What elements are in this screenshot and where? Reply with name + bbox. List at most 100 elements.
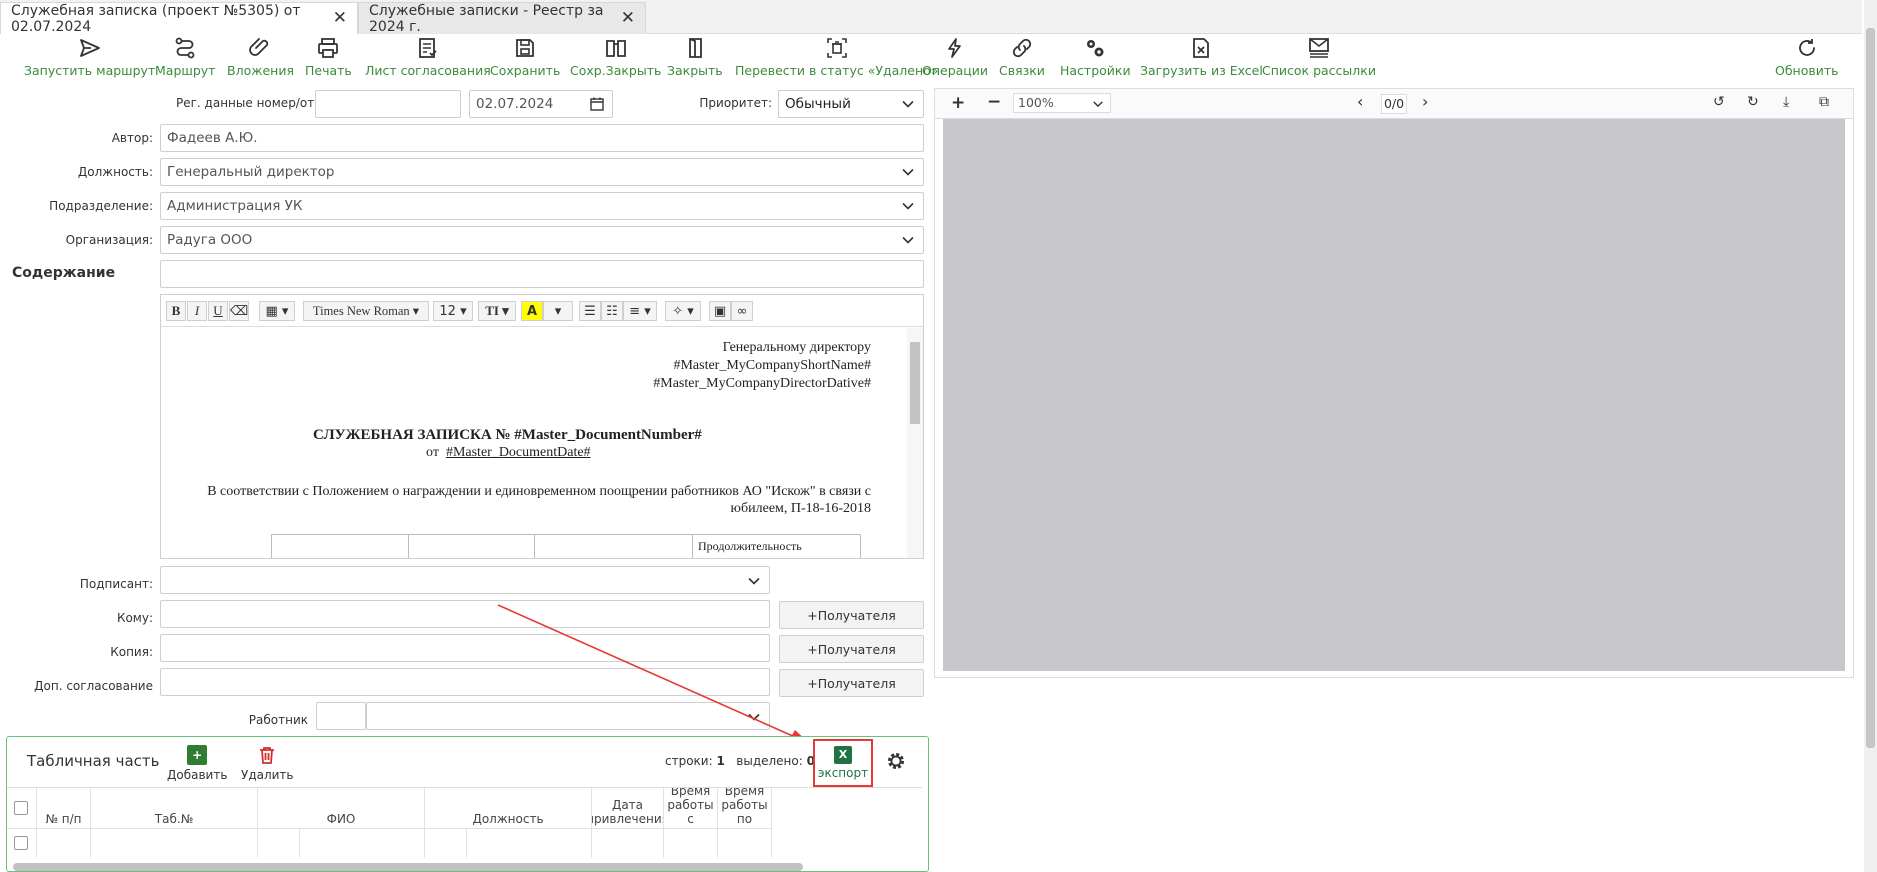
column-header[interactable]: Время работы с — [664, 788, 718, 828]
column-header[interactable]: Должность — [425, 788, 592, 828]
horizontal-scrollbar[interactable] — [13, 863, 803, 871]
editor-content[interactable]: Генеральному директору #Master_MyCompany… — [161, 328, 907, 558]
table-cell[interactable] — [258, 828, 300, 858]
save-close-button[interactable]: Сохр.Закрыть — [570, 36, 661, 78]
column-header[interactable]: Время работы по — [718, 788, 772, 828]
add-recipient-to-button[interactable]: +Получателя — [779, 601, 924, 629]
table-cell[interactable] — [664, 828, 718, 858]
content-subject-input[interactable] — [160, 260, 924, 288]
text-size-icon[interactable]: TI ▾ — [478, 301, 516, 321]
rows-counter: строки: 1 выделено: 0 — [665, 754, 815, 768]
table-cell[interactable] — [300, 828, 425, 858]
set-deleted-button[interactable]: Перевести в статус «Удалено» — [735, 36, 938, 78]
close-button[interactable]: Закрыть — [667, 36, 723, 78]
to-input[interactable] — [160, 600, 770, 628]
table-cell[interactable] — [592, 828, 664, 858]
download-icon[interactable]: ⤓ — [1783, 94, 1789, 110]
export-button[interactable]: X экспорт — [813, 739, 873, 787]
color-dropdown[interactable]: ▾ — [543, 301, 573, 321]
worker-code-input[interactable] — [316, 702, 366, 730]
zoom-out-icon[interactable]: − — [987, 92, 1001, 112]
table-cell[interactable] — [425, 828, 467, 858]
signer-select[interactable] — [160, 566, 770, 594]
attachments-button[interactable]: Вложения — [227, 36, 294, 78]
highlight-color-icon[interactable]: A — [521, 301, 543, 321]
tab-memo-draft[interactable]: Служебная записка (проект №5305) от 02.0… — [0, 2, 358, 35]
add-recipient-approval-button[interactable]: +Получателя — [779, 669, 924, 697]
column-header[interactable]: ФИО — [258, 788, 425, 828]
send-icon — [79, 39, 100, 57]
rotate-right-icon[interactable]: ↻ — [1747, 94, 1759, 110]
delete-row-button[interactable]: Удалить — [241, 745, 294, 782]
author-field[interactable]: Фадеев А.Ю. — [160, 124, 924, 152]
page-scrollbar[interactable] — [1864, 0, 1877, 872]
bold-button[interactable]: B — [166, 301, 186, 321]
column-header[interactable]: Дата привлечения — [592, 788, 664, 828]
prev-page-icon[interactable]: ‹ — [1357, 92, 1363, 111]
close-icon[interactable]: ✕ — [333, 10, 347, 27]
next-page-icon[interactable]: › — [1422, 92, 1428, 111]
rotate-left-icon[interactable]: ↺ — [1713, 94, 1725, 110]
page-counter[interactable]: 0/0 — [1381, 94, 1407, 114]
font-family-select[interactable]: Times New Roman ▾ — [303, 301, 429, 321]
align-icon[interactable]: ≡ ▾ — [623, 301, 657, 321]
print-button[interactable]: Печать — [305, 36, 352, 78]
load-excel-button[interactable]: Загрузить из Excel — [1140, 36, 1263, 78]
to-label: Кому: — [116, 611, 153, 625]
bullet-list-icon[interactable]: ☰ — [579, 301, 601, 321]
position-select[interactable]: Генеральный директор — [160, 158, 924, 186]
preview-canvas[interactable] — [943, 119, 1845, 671]
reg-number-input[interactable] — [315, 90, 461, 118]
table-cell[interactable] — [91, 828, 258, 858]
start-route-button[interactable]: Запустить маршрут — [24, 36, 155, 78]
underline-button[interactable]: U — [208, 301, 228, 321]
calendar-icon[interactable] — [590, 97, 604, 111]
mailing-list-button[interactable]: Список рассылки — [1262, 36, 1376, 78]
copy-input[interactable] — [160, 634, 770, 662]
approval-sheet-button[interactable]: Лист согласования — [365, 36, 491, 78]
editor-scrollbar[interactable] — [907, 328, 923, 558]
refresh-button[interactable]: Обновить — [1775, 36, 1839, 78]
link-icon[interactable]: ∞ — [731, 301, 753, 321]
add-row-button[interactable]: + Добавить — [167, 745, 227, 782]
links-button[interactable]: Связки — [999, 36, 1045, 78]
operations-button[interactable]: Операции — [922, 36, 988, 78]
close-icon[interactable]: ✕ — [621, 10, 635, 27]
trash-icon — [260, 747, 275, 764]
select-all-checkbox[interactable] — [14, 801, 28, 815]
tab-memo-registry[interactable]: Служебные записки - Реестр за 2024 г. ✕ — [358, 2, 646, 35]
italic-button[interactable]: I — [187, 301, 207, 321]
scroll-thumb[interactable] — [1866, 28, 1875, 748]
editor-toolbar: B I U ⌫ ▦ ▾ Times New Roman ▾ 12 ▾ TI ▾ … — [161, 295, 923, 327]
gear-icon[interactable] — [885, 750, 907, 772]
open-external-icon[interactable]: ⧉ — [1819, 94, 1829, 110]
settings-button[interactable]: Настройки — [1060, 36, 1131, 78]
zoom-in-icon[interactable]: + — [951, 93, 965, 113]
route-button[interactable]: Маршрут — [155, 36, 215, 78]
zoom-select[interactable]: 100% — [1013, 93, 1111, 113]
font-size-select[interactable]: 12 ▾ — [433, 301, 473, 321]
column-header[interactable]: № п/п — [37, 788, 91, 828]
numbered-list-icon[interactable]: ☷ — [601, 301, 623, 321]
extra-approval-input[interactable] — [160, 668, 770, 696]
table-icon[interactable]: ▦ ▾ — [259, 301, 295, 321]
column-header[interactable]: Таб.№ — [91, 788, 258, 828]
reg-date-input[interactable]: 02.07.2024 — [469, 90, 613, 118]
table-cell[interactable] — [467, 828, 592, 858]
save-button[interactable]: Сохранить — [490, 36, 560, 78]
magic-wand-icon[interactable]: ✧ ▾ — [665, 301, 701, 321]
priority-select[interactable]: Обычный — [778, 90, 924, 118]
table-cell[interactable] — [37, 828, 91, 858]
department-select[interactable]: Администрация УК — [160, 192, 924, 220]
table-cell[interactable] — [718, 828, 772, 858]
row-checkbox[interactable] — [14, 836, 28, 850]
worker-select[interactable] — [366, 702, 770, 730]
organization-select[interactable]: Радуга ООО — [160, 226, 924, 254]
add-recipient-copy-button[interactable]: +Получателя — [779, 635, 924, 663]
priority-label: Приоритет: — [699, 96, 772, 110]
editor-paragraph-line2: юбилеем, П-18-16-2018 — [730, 501, 871, 516]
eraser-icon[interactable]: ⌫ — [229, 301, 249, 321]
image-icon[interactable]: ▣ — [709, 301, 731, 321]
scroll-thumb[interactable] — [910, 342, 920, 424]
editor-director-var: #Master_MyCompanyDirectorDative# — [653, 376, 871, 391]
